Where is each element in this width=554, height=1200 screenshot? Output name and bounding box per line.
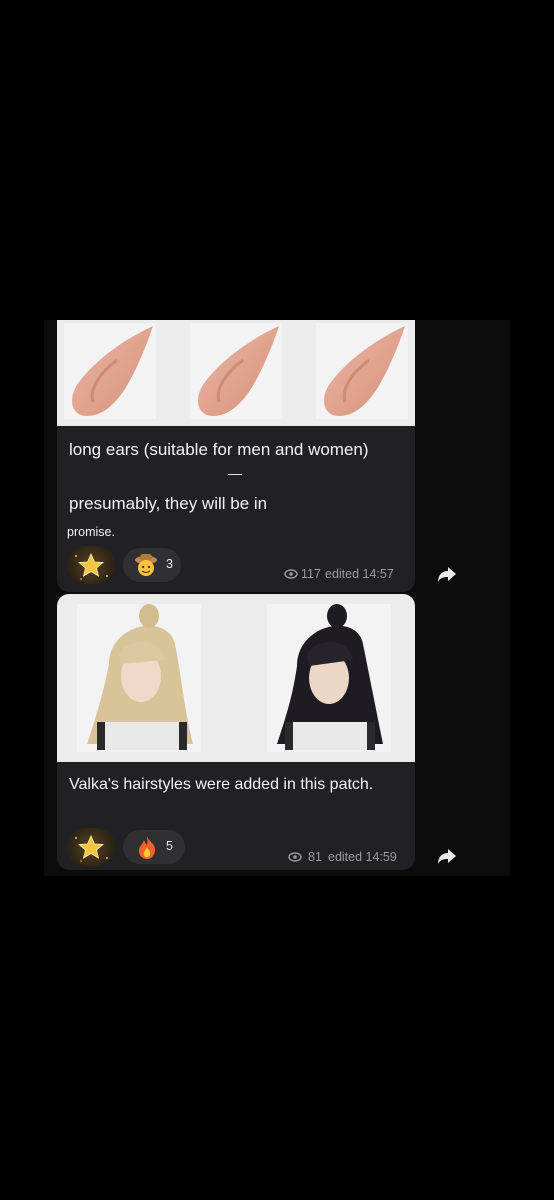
message-text-small: promise. [67, 525, 115, 539]
star-reaction[interactable] [67, 828, 115, 866]
eye-icon [288, 852, 302, 862]
eye-icon [284, 569, 298, 579]
message-text: long ears (suitable for men and women) [69, 440, 369, 459]
star-icon [75, 835, 108, 862]
star-reaction[interactable] [67, 546, 115, 584]
chat-area: long ears (suitable for men and women) —… [44, 320, 510, 876]
view-count: 81 [308, 850, 322, 864]
message-bubble[interactable]: Valka's hairstyles were added in this pa… [57, 594, 415, 870]
cowboy-emoji-icon [135, 554, 157, 576]
fire-emoji-icon [139, 836, 156, 859]
reaction-count: 5 [166, 839, 173, 853]
share-icon[interactable] [436, 564, 458, 584]
edited-time: edited 14:57 [325, 567, 394, 581]
reaction-chip[interactable]: 5 [123, 830, 185, 864]
reaction-chip[interactable]: 3 [123, 548, 181, 582]
edited-time: edited 14:59 [328, 850, 397, 864]
hairstyles-illustration [77, 604, 391, 752]
message-text-second: presumably, they will be in [69, 494, 268, 513]
share-icon[interactable] [436, 846, 458, 866]
hairstyles-image[interactable] [57, 594, 415, 762]
message-text: Valka's hairstyles were added in this pa… [69, 776, 374, 793]
reaction-count: 3 [166, 557, 173, 571]
message-bubble[interactable]: long ears (suitable for men and women) —… [57, 320, 415, 592]
view-count: 117 [301, 567, 321, 581]
star-icon [75, 553, 108, 580]
separator: — [228, 465, 242, 481]
elf-ears-image[interactable] [57, 320, 415, 426]
elf-ears-illustration [64, 323, 408, 419]
